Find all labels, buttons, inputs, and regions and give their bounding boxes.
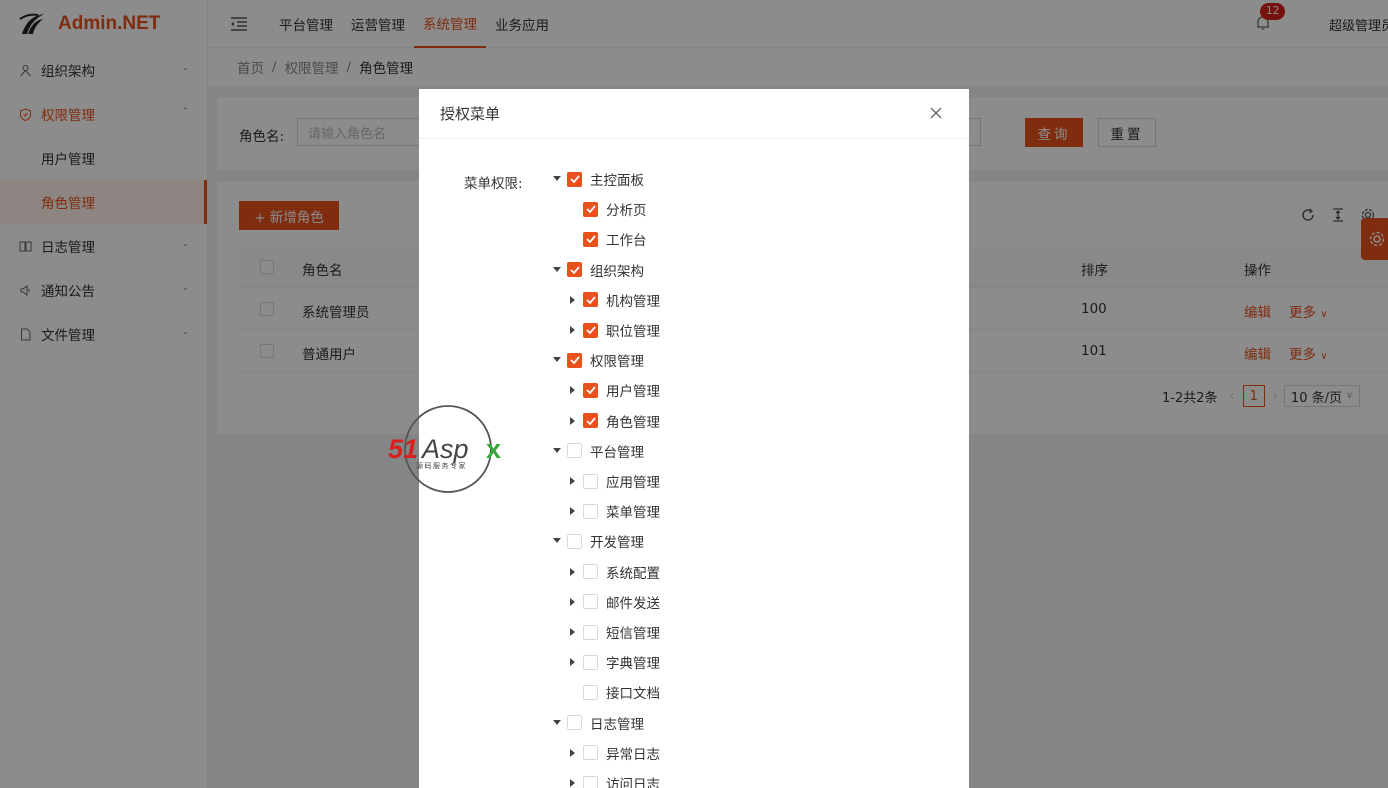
- caret-right-icon[interactable]: [565, 594, 581, 610]
- tree-checkbox[interactable]: [583, 231, 598, 247]
- caret-right-icon[interactable]: [565, 775, 581, 788]
- tree-node: 主控面板: [549, 164, 644, 194]
- tree-node: 权限管理: [549, 345, 644, 375]
- caret-down-icon[interactable]: [549, 443, 565, 459]
- tree-checkbox[interactable]: [583, 322, 598, 338]
- tree-checkbox[interactable]: [567, 352, 582, 368]
- tree-checkbox[interactable]: [583, 413, 598, 429]
- tree-node: 访问日志: [565, 768, 660, 788]
- caret-down-icon[interactable]: [549, 262, 565, 278]
- tree-node-label[interactable]: 短信管理: [606, 622, 660, 642]
- tree-node: 应用管理: [565, 466, 660, 496]
- caret-right-icon[interactable]: [565, 473, 581, 489]
- tree-checkbox[interactable]: [583, 382, 598, 398]
- tree-node: 角色管理: [565, 406, 660, 436]
- tree-node: 用户管理: [565, 375, 660, 405]
- tree-node: 机构管理: [565, 285, 660, 315]
- watermark-logo: 51 Asp x 源码服务专家: [388, 405, 501, 493]
- close-icon[interactable]: [929, 106, 943, 120]
- caret-right-icon[interactable]: [565, 322, 581, 338]
- tree-node: 字典管理: [565, 647, 660, 677]
- tree-node: 接口文档: [565, 677, 660, 707]
- tree-node-label[interactable]: 分析页: [606, 199, 647, 219]
- tree-node-label[interactable]: 应用管理: [606, 471, 660, 491]
- caret-right-icon[interactable]: [565, 382, 581, 398]
- tree-node-label[interactable]: 邮件发送: [606, 592, 660, 612]
- tree-node-label[interactable]: 主控面板: [590, 169, 644, 189]
- tree-checkbox[interactable]: [567, 715, 582, 731]
- tree-checkbox[interactable]: [583, 594, 598, 610]
- tree-checkbox[interactable]: [583, 684, 598, 700]
- caret-right-icon[interactable]: [565, 624, 581, 640]
- svg-text:51: 51: [388, 434, 418, 464]
- tree-checkbox[interactable]: [583, 624, 598, 640]
- caret-down-icon[interactable]: [549, 715, 565, 731]
- tree-node-label[interactable]: 角色管理: [606, 411, 660, 431]
- tree-checkbox[interactable]: [567, 171, 582, 187]
- tree-checkbox[interactable]: [583, 654, 598, 670]
- tree-node-label[interactable]: 权限管理: [590, 350, 644, 370]
- caret-down-icon[interactable]: [549, 171, 565, 187]
- tree-node-label[interactable]: 开发管理: [590, 531, 644, 551]
- tree-node: 日志管理: [549, 708, 644, 738]
- tree-node-label[interactable]: 接口文档: [606, 682, 660, 702]
- tree-node: 短信管理: [565, 617, 660, 647]
- tree-node-label[interactable]: 平台管理: [590, 441, 644, 461]
- tree-node-label[interactable]: 菜单管理: [606, 501, 660, 521]
- svg-text:x: x: [486, 434, 501, 464]
- dialog-title: 授权菜单: [440, 105, 501, 123]
- tree-node: 异常日志: [565, 738, 660, 768]
- tree-node-label[interactable]: 日志管理: [590, 713, 644, 733]
- caret-down-icon[interactable]: [549, 352, 565, 368]
- svg-text:Asp: Asp: [420, 434, 469, 464]
- tree-node: 邮件发送: [565, 587, 660, 617]
- tree-checkbox[interactable]: [567, 262, 582, 278]
- caret-right-icon[interactable]: [565, 745, 581, 761]
- tree-node-label[interactable]: 访问日志: [606, 773, 660, 788]
- tree-node-label[interactable]: 组织架构: [590, 260, 644, 280]
- tree-node-label[interactable]: 机构管理: [606, 290, 660, 310]
- tree-checkbox[interactable]: [583, 745, 598, 761]
- caret-right-icon[interactable]: [565, 564, 581, 580]
- tree-node: 平台管理: [549, 436, 644, 466]
- tree-node: 组织架构: [549, 255, 644, 285]
- tree-node-label[interactable]: 职位管理: [606, 320, 660, 340]
- tree-checkbox[interactable]: [583, 775, 598, 788]
- tree-node: 职位管理: [565, 315, 660, 345]
- tree-node-label[interactable]: 用户管理: [606, 380, 660, 400]
- dialog-header: 授权菜单: [419, 89, 969, 139]
- menu-permission-label: 菜单权限:: [464, 176, 523, 192]
- caret-right-icon[interactable]: [565, 413, 581, 429]
- svg-text:源码服务专家: 源码服务专家: [416, 461, 467, 470]
- tree-node: 工作台: [565, 224, 647, 254]
- tree-checkbox[interactable]: [583, 292, 598, 308]
- tree-checkbox[interactable]: [583, 503, 598, 519]
- caret-right-icon[interactable]: [565, 654, 581, 670]
- tree-node-label[interactable]: 异常日志: [606, 743, 660, 763]
- tree-checkbox[interactable]: [567, 533, 582, 549]
- tree-checkbox[interactable]: [583, 564, 598, 580]
- tree-node-label[interactable]: 系统配置: [606, 562, 660, 582]
- tree-node-label[interactable]: 工作台: [606, 229, 647, 249]
- tree-node: 系统配置: [565, 557, 660, 587]
- tree-node: 菜单管理: [565, 496, 660, 526]
- tree-node: 开发管理: [549, 526, 644, 556]
- caret-down-icon[interactable]: [549, 533, 565, 549]
- tree-checkbox[interactable]: [583, 473, 598, 489]
- caret-right-icon[interactable]: [565, 292, 581, 308]
- tree-checkbox[interactable]: [567, 443, 582, 459]
- tree-node: 分析页: [565, 194, 647, 224]
- tree-checkbox[interactable]: [583, 201, 598, 217]
- caret-right-icon[interactable]: [565, 503, 581, 519]
- tree-node-label[interactable]: 字典管理: [606, 652, 660, 672]
